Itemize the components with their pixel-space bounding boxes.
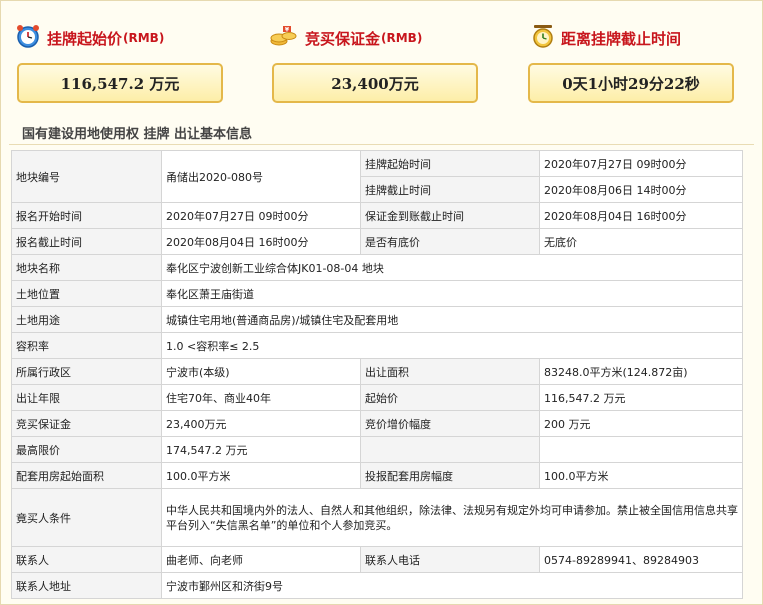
reg-start-value: 2020年07月27日 09时00分: [161, 202, 361, 229]
empty-value-cell: [539, 436, 743, 463]
start-price-value: 116,547.2 万元: [60, 74, 180, 93]
table-row: 地块名称 奉化区宁波创新工业综合体JK01-08-04 地块: [11, 254, 743, 281]
bid-deposit-value: 23,400万元: [161, 410, 361, 437]
reserve-label: 是否有底价: [360, 228, 540, 255]
reg-start-label: 报名开始时间: [11, 202, 162, 229]
listing-panel: 挂牌起始价 (RMB) 116,547.2 万元 ¥ 竞买保证金 (RMB) 2…: [0, 0, 763, 605]
address-label: 联系人地址: [11, 572, 162, 599]
listing-end-value: 2020年08月06日 14时00分: [539, 176, 743, 203]
deposit-value: 23,400万元: [331, 74, 419, 93]
listing-start-label: 挂牌起始时间: [360, 150, 540, 177]
usage-label: 土地用途: [11, 306, 162, 333]
start-price-cell: 116,547.2 万元: [539, 384, 743, 411]
table-row: 所属行政区 宁波市(本级) 出让面积 83248.0平方米(124.872亩): [11, 358, 743, 385]
term-label: 出让年限: [11, 384, 162, 411]
area-label: 出让面积: [360, 358, 540, 385]
reg-end-value: 2020年08月04日 16时00分: [161, 228, 361, 255]
countdown-title: 距离挂牌截止时间: [561, 29, 682, 48]
bid-support-value: 100.0平方米: [539, 462, 743, 489]
table-row: 最高限价 174,547.2 万元: [11, 436, 743, 463]
table-row: 报名截止时间 2020年08月04日 16时00分 是否有底价 无底价: [11, 228, 743, 255]
area-value: 83248.0平方米(124.872亩): [539, 358, 743, 385]
address-value: 宁波市鄞州区和济街9号: [161, 572, 743, 599]
bid-support-label: 投报配套用房幅度: [360, 462, 540, 489]
coins-icon: ¥: [269, 23, 299, 53]
usage-value: 城镇住宅用地(普通商品房)/城镇住宅及配套用地: [161, 306, 743, 333]
table-row: 土地位置 奉化区萧王庙街道: [11, 280, 743, 307]
conditions-label: 竟买人条件: [11, 488, 162, 547]
alarm-clock-icon: [15, 23, 41, 53]
deposit-header: ¥ 竞买保证金 (RMB): [269, 23, 422, 53]
support-area-value: 100.0平方米: [161, 462, 361, 489]
table-row: 报名开始时间 2020年07月27日 09时00分 保证金到账截止时间 2020…: [11, 202, 743, 229]
phone-value: 0574-89289941、89284903: [539, 546, 743, 573]
countdown-value: 0天1小时29分22秒: [562, 74, 700, 93]
bid-deposit-label: 竞买保证金: [11, 410, 162, 437]
district-value: 宁波市(本级): [161, 358, 361, 385]
reserve-value: 无底价: [539, 228, 743, 255]
contact-label: 联系人: [11, 546, 162, 573]
start-price-header: 挂牌起始价 (RMB): [15, 23, 164, 53]
location-value: 奉化区萧王庙街道: [161, 280, 743, 307]
reg-end-label: 报名截止时间: [11, 228, 162, 255]
section-divider: [9, 144, 754, 145]
deposit-value-box: 23,400万元: [272, 63, 478, 103]
table-row: 地块编号 甬储出2020-080号 挂牌起始时间 2020年07月27日 09时…: [11, 150, 743, 203]
countdown-value-box: 0天1小时29分22秒: [528, 63, 734, 103]
start-price-currency: (RMB): [123, 31, 165, 45]
plot-no-label: 地块编号: [11, 150, 162, 203]
increment-value: 200 万元: [539, 410, 743, 437]
deposit-deadline-label: 保证金到账截止时间: [360, 202, 540, 229]
term-value: 住宅70年、商业40年: [161, 384, 361, 411]
table-row: 配套用房起始面积 100.0平方米 投报配套用房幅度 100.0平方米: [11, 462, 743, 489]
max-price-value: 174,547.2 万元: [161, 436, 361, 463]
table-row: 容积率 1.0 <容积率≤ 2.5: [11, 332, 743, 359]
deposit-currency: (RMB): [381, 31, 423, 45]
district-label: 所属行政区: [11, 358, 162, 385]
increment-label: 竞价增价幅度: [360, 410, 540, 437]
phone-label: 联系人电话: [360, 546, 540, 573]
table-row: 出让年限 住宅70年、商业40年 起始价 116,547.2 万元: [11, 384, 743, 411]
hourglass-clock-icon: [531, 23, 555, 53]
table-row: 联系人 曲老师、向老师 联系人电话 0574-89289941、89284903: [11, 546, 743, 573]
far-label: 容积率: [11, 332, 162, 359]
deposit-title: 竞买保证金: [305, 29, 381, 48]
start-price-value-box: 116,547.2 万元: [17, 63, 223, 103]
countdown-header: 距离挂牌截止时间: [531, 23, 681, 53]
table-row: 联系人地址 宁波市鄞州区和济街9号: [11, 572, 743, 599]
support-area-label: 配套用房起始面积: [11, 462, 162, 489]
max-price-label: 最高限价: [11, 436, 162, 463]
name-value: 奉化区宁波创新工业综合体JK01-08-04 地块: [161, 254, 743, 281]
table-row: 竟买人条件 中华人民共和国境内外的法人、自然人和其他组织，除法律、法规另有规定外…: [11, 488, 743, 547]
location-label: 土地位置: [11, 280, 162, 307]
contact-value: 曲老师、向老师: [161, 546, 361, 573]
start-price-label: 起始价: [360, 384, 540, 411]
listing-start-value: 2020年07月27日 09时00分: [539, 150, 743, 177]
far-value: 1.0 <容积率≤ 2.5: [161, 332, 743, 359]
table-row: 竞买保证金 23,400万元 竞价增价幅度 200 万元: [11, 410, 743, 437]
listing-end-label: 挂牌截止时间: [360, 176, 540, 203]
section-title: 国有建设用地使用权 挂牌 出让基本信息: [22, 127, 253, 142]
conditions-value: 中华人民共和国境内外的法人、自然人和其他组织，除法律、法规另有规定外均可申请参加…: [161, 488, 743, 547]
start-price-title: 挂牌起始价: [47, 29, 123, 48]
name-label: 地块名称: [11, 254, 162, 281]
deposit-deadline-value: 2020年08月04日 16时00分: [539, 202, 743, 229]
table-row: 土地用途 城镇住宅用地(普通商品房)/城镇住宅及配套用地: [11, 306, 743, 333]
plot-no-value: 甬储出2020-080号: [161, 150, 361, 203]
info-table: 地块编号 甬储出2020-080号 挂牌起始时间 2020年07月27日 09时…: [11, 150, 743, 599]
empty-label-cell: [360, 436, 540, 463]
